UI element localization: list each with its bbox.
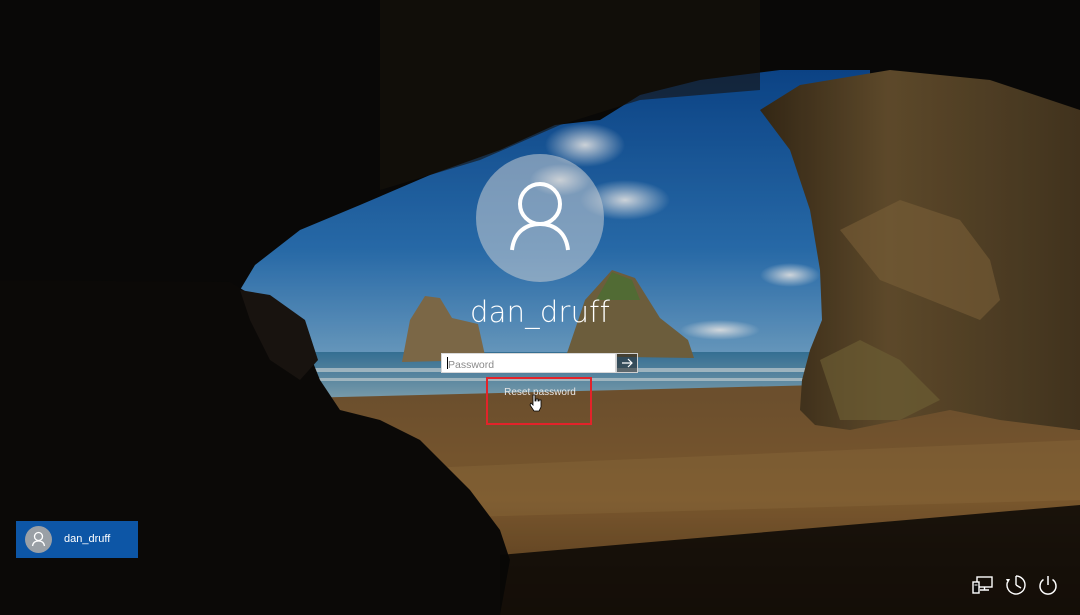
arrow-right-icon: [622, 358, 633, 368]
hand-cursor-icon: [529, 394, 542, 412]
ease-of-access-icon[interactable]: [1004, 573, 1028, 597]
user-icon: [31, 531, 46, 547]
username-label: dan_druff: [470, 295, 610, 329]
power-icon[interactable]: [1036, 573, 1060, 597]
user-tile-name: dan_druff: [64, 533, 111, 545]
submit-arrow-button[interactable]: [616, 353, 638, 373]
text-caret: [447, 357, 448, 369]
user-avatar-large: [476, 154, 604, 282]
user-avatar-small: [25, 526, 52, 553]
network-icon[interactable]: [971, 573, 995, 597]
password-input[interactable]: [441, 353, 616, 373]
user-icon: [510, 182, 570, 251]
user-tile[interactable]: dan_druff: [16, 521, 138, 558]
